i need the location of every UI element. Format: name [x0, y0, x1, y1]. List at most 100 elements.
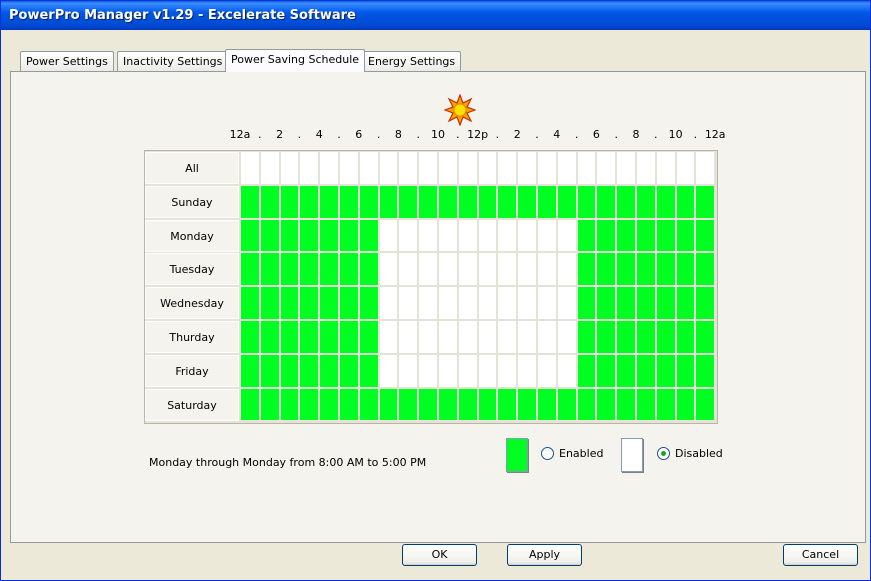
hour-cell[interactable]	[399, 185, 418, 218]
hour-cell[interactable]	[340, 321, 358, 353]
hour-cell[interactable]	[280, 354, 299, 387]
hour-cell[interactable]	[538, 354, 556, 387]
hour-cell[interactable]	[300, 253, 319, 286]
hour-cell[interactable]	[379, 287, 398, 319]
hour-cell[interactable]	[617, 321, 635, 353]
hour-cell[interactable]	[419, 354, 437, 387]
hour-cell[interactable]	[340, 287, 358, 319]
hour-toggle-all[interactable]	[359, 152, 378, 184]
hour-cell[interactable]	[359, 253, 378, 286]
hour-cell[interactable]	[439, 219, 457, 252]
hour-cell[interactable]	[577, 388, 596, 421]
hour-cell[interactable]	[419, 219, 437, 252]
hour-cell[interactable]	[617, 354, 635, 387]
hour-cell[interactable]	[478, 354, 497, 387]
hour-cell[interactable]	[399, 321, 418, 353]
hour-cell[interactable]	[399, 253, 418, 286]
hour-cell[interactable]	[577, 219, 596, 252]
hour-toggle-all[interactable]	[379, 152, 398, 184]
hour-cell[interactable]	[399, 219, 418, 252]
hour-toggle-all[interactable]	[478, 152, 497, 184]
hour-cell[interactable]	[340, 354, 358, 387]
hour-toggle-all[interactable]	[577, 152, 596, 184]
hour-cell[interactable]	[597, 253, 616, 286]
hour-cell[interactable]	[419, 321, 437, 353]
hour-cell[interactable]	[656, 354, 675, 387]
hour-cell[interactable]	[557, 185, 576, 218]
hour-toggle-all[interactable]	[676, 152, 695, 184]
hour-cell[interactable]	[577, 253, 596, 286]
hour-cell[interactable]	[419, 185, 437, 218]
hour-toggle-all[interactable]	[419, 152, 437, 184]
hour-cell[interactable]	[498, 253, 517, 286]
hour-cell[interactable]	[637, 321, 655, 353]
hour-toggle-all[interactable]	[320, 152, 338, 184]
hour-cell[interactable]	[340, 185, 358, 218]
hour-cell[interactable]	[458, 185, 477, 218]
hour-cell[interactable]	[379, 253, 398, 286]
hour-cell[interactable]	[241, 388, 259, 421]
hour-cell[interactable]	[419, 253, 437, 286]
row-label-day[interactable]: Monday	[145, 219, 239, 252]
hour-cell[interactable]	[696, 185, 715, 218]
row-label-day[interactable]: Sunday	[145, 185, 239, 218]
hour-cell[interactable]	[538, 253, 556, 286]
hour-cell[interactable]	[241, 185, 259, 218]
hour-cell[interactable]	[518, 185, 536, 218]
hour-cell[interactable]	[557, 253, 576, 286]
hour-cell[interactable]	[478, 388, 497, 421]
hour-toggle-all[interactable]	[538, 152, 556, 184]
hour-cell[interactable]	[557, 219, 576, 252]
hour-cell[interactable]	[280, 219, 299, 252]
hour-cell[interactable]	[557, 321, 576, 353]
hour-cell[interactable]	[241, 354, 259, 387]
hour-cell[interactable]	[359, 219, 378, 252]
hour-toggle-all[interactable]	[340, 152, 358, 184]
hour-cell[interactable]	[359, 388, 378, 421]
hour-cell[interactable]	[676, 185, 695, 218]
hour-cell[interactable]	[320, 219, 338, 252]
hour-cell[interactable]	[359, 354, 378, 387]
hour-cell[interactable]	[498, 354, 517, 387]
tab-power-saving-schedule[interactable]: Power Saving Schedule	[225, 49, 366, 72]
hour-cell[interactable]	[656, 253, 675, 286]
hour-cell[interactable]	[379, 219, 398, 252]
hour-cell[interactable]	[300, 354, 319, 387]
hour-cell[interactable]	[280, 388, 299, 421]
hour-cell[interactable]	[478, 321, 497, 353]
hour-cell[interactable]	[676, 321, 695, 353]
row-label-day[interactable]: Thurday	[145, 321, 239, 353]
row-label-day[interactable]: Friday	[145, 354, 239, 387]
hour-toggle-all[interactable]	[696, 152, 715, 184]
hour-cell[interactable]	[518, 219, 536, 252]
hour-cell[interactable]	[320, 354, 338, 387]
hour-cell[interactable]	[498, 321, 517, 353]
row-label-day[interactable]: Tuesday	[145, 253, 239, 286]
hour-cell[interactable]	[557, 354, 576, 387]
hour-cell[interactable]	[538, 287, 556, 319]
hour-cell[interactable]	[597, 185, 616, 218]
hour-cell[interactable]	[538, 388, 556, 421]
hour-cell[interactable]	[696, 321, 715, 353]
hour-cell[interactable]	[241, 287, 259, 319]
tab-energy-settings[interactable]: Energy Settings	[362, 51, 462, 71]
hour-cell[interactable]	[696, 287, 715, 319]
hour-cell[interactable]	[478, 185, 497, 218]
hour-toggle-all[interactable]	[656, 152, 675, 184]
hour-cell[interactable]	[656, 321, 675, 353]
hour-cell[interactable]	[340, 253, 358, 286]
hour-cell[interactable]	[280, 253, 299, 286]
hour-cell[interactable]	[538, 185, 556, 218]
disabled-radio-dot[interactable]	[657, 447, 670, 460]
hour-cell[interactable]	[597, 321, 616, 353]
hour-cell[interactable]	[597, 287, 616, 319]
hour-toggle-all[interactable]	[617, 152, 635, 184]
hour-cell[interactable]	[419, 388, 437, 421]
title-bar[interactable]: PowerPro Manager v1.29 - Excelerate Soft…	[1, 1, 870, 30]
hour-cell[interactable]	[518, 287, 536, 319]
hour-cell[interactable]	[320, 321, 338, 353]
hour-cell[interactable]	[478, 219, 497, 252]
hour-cell[interactable]	[260, 321, 279, 353]
hour-cell[interactable]	[439, 388, 457, 421]
hour-cell[interactable]	[399, 354, 418, 387]
